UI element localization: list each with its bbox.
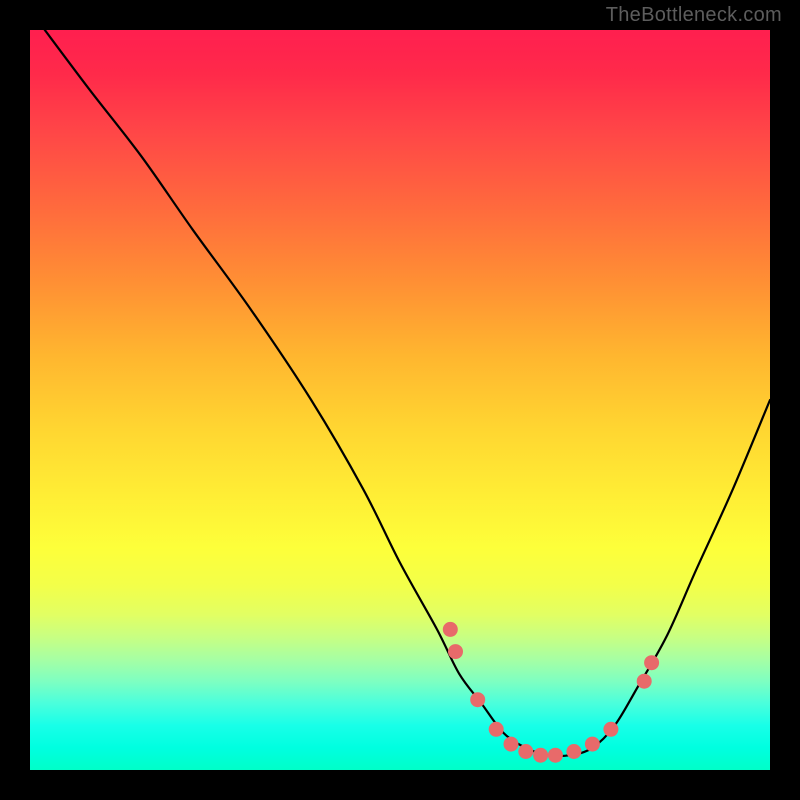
marker-dot xyxy=(644,655,659,670)
marker-dot xyxy=(448,644,463,659)
marker-dot xyxy=(443,622,458,637)
chart-frame: TheBottleneck.com xyxy=(0,0,800,800)
marker-dot xyxy=(504,737,519,752)
marker-dot xyxy=(548,748,563,763)
marker-dots xyxy=(443,622,659,763)
marker-dot xyxy=(585,737,600,752)
watermark-text: TheBottleneck.com xyxy=(606,4,782,27)
marker-dot xyxy=(603,722,618,737)
plot-area xyxy=(30,30,770,770)
marker-dot xyxy=(533,748,548,763)
bottleneck-curve xyxy=(45,30,770,756)
curve-layer xyxy=(30,30,770,770)
marker-dot xyxy=(518,744,533,759)
marker-dot xyxy=(470,692,485,707)
marker-dot xyxy=(489,722,504,737)
marker-dot xyxy=(637,674,652,689)
marker-dot xyxy=(566,744,581,759)
